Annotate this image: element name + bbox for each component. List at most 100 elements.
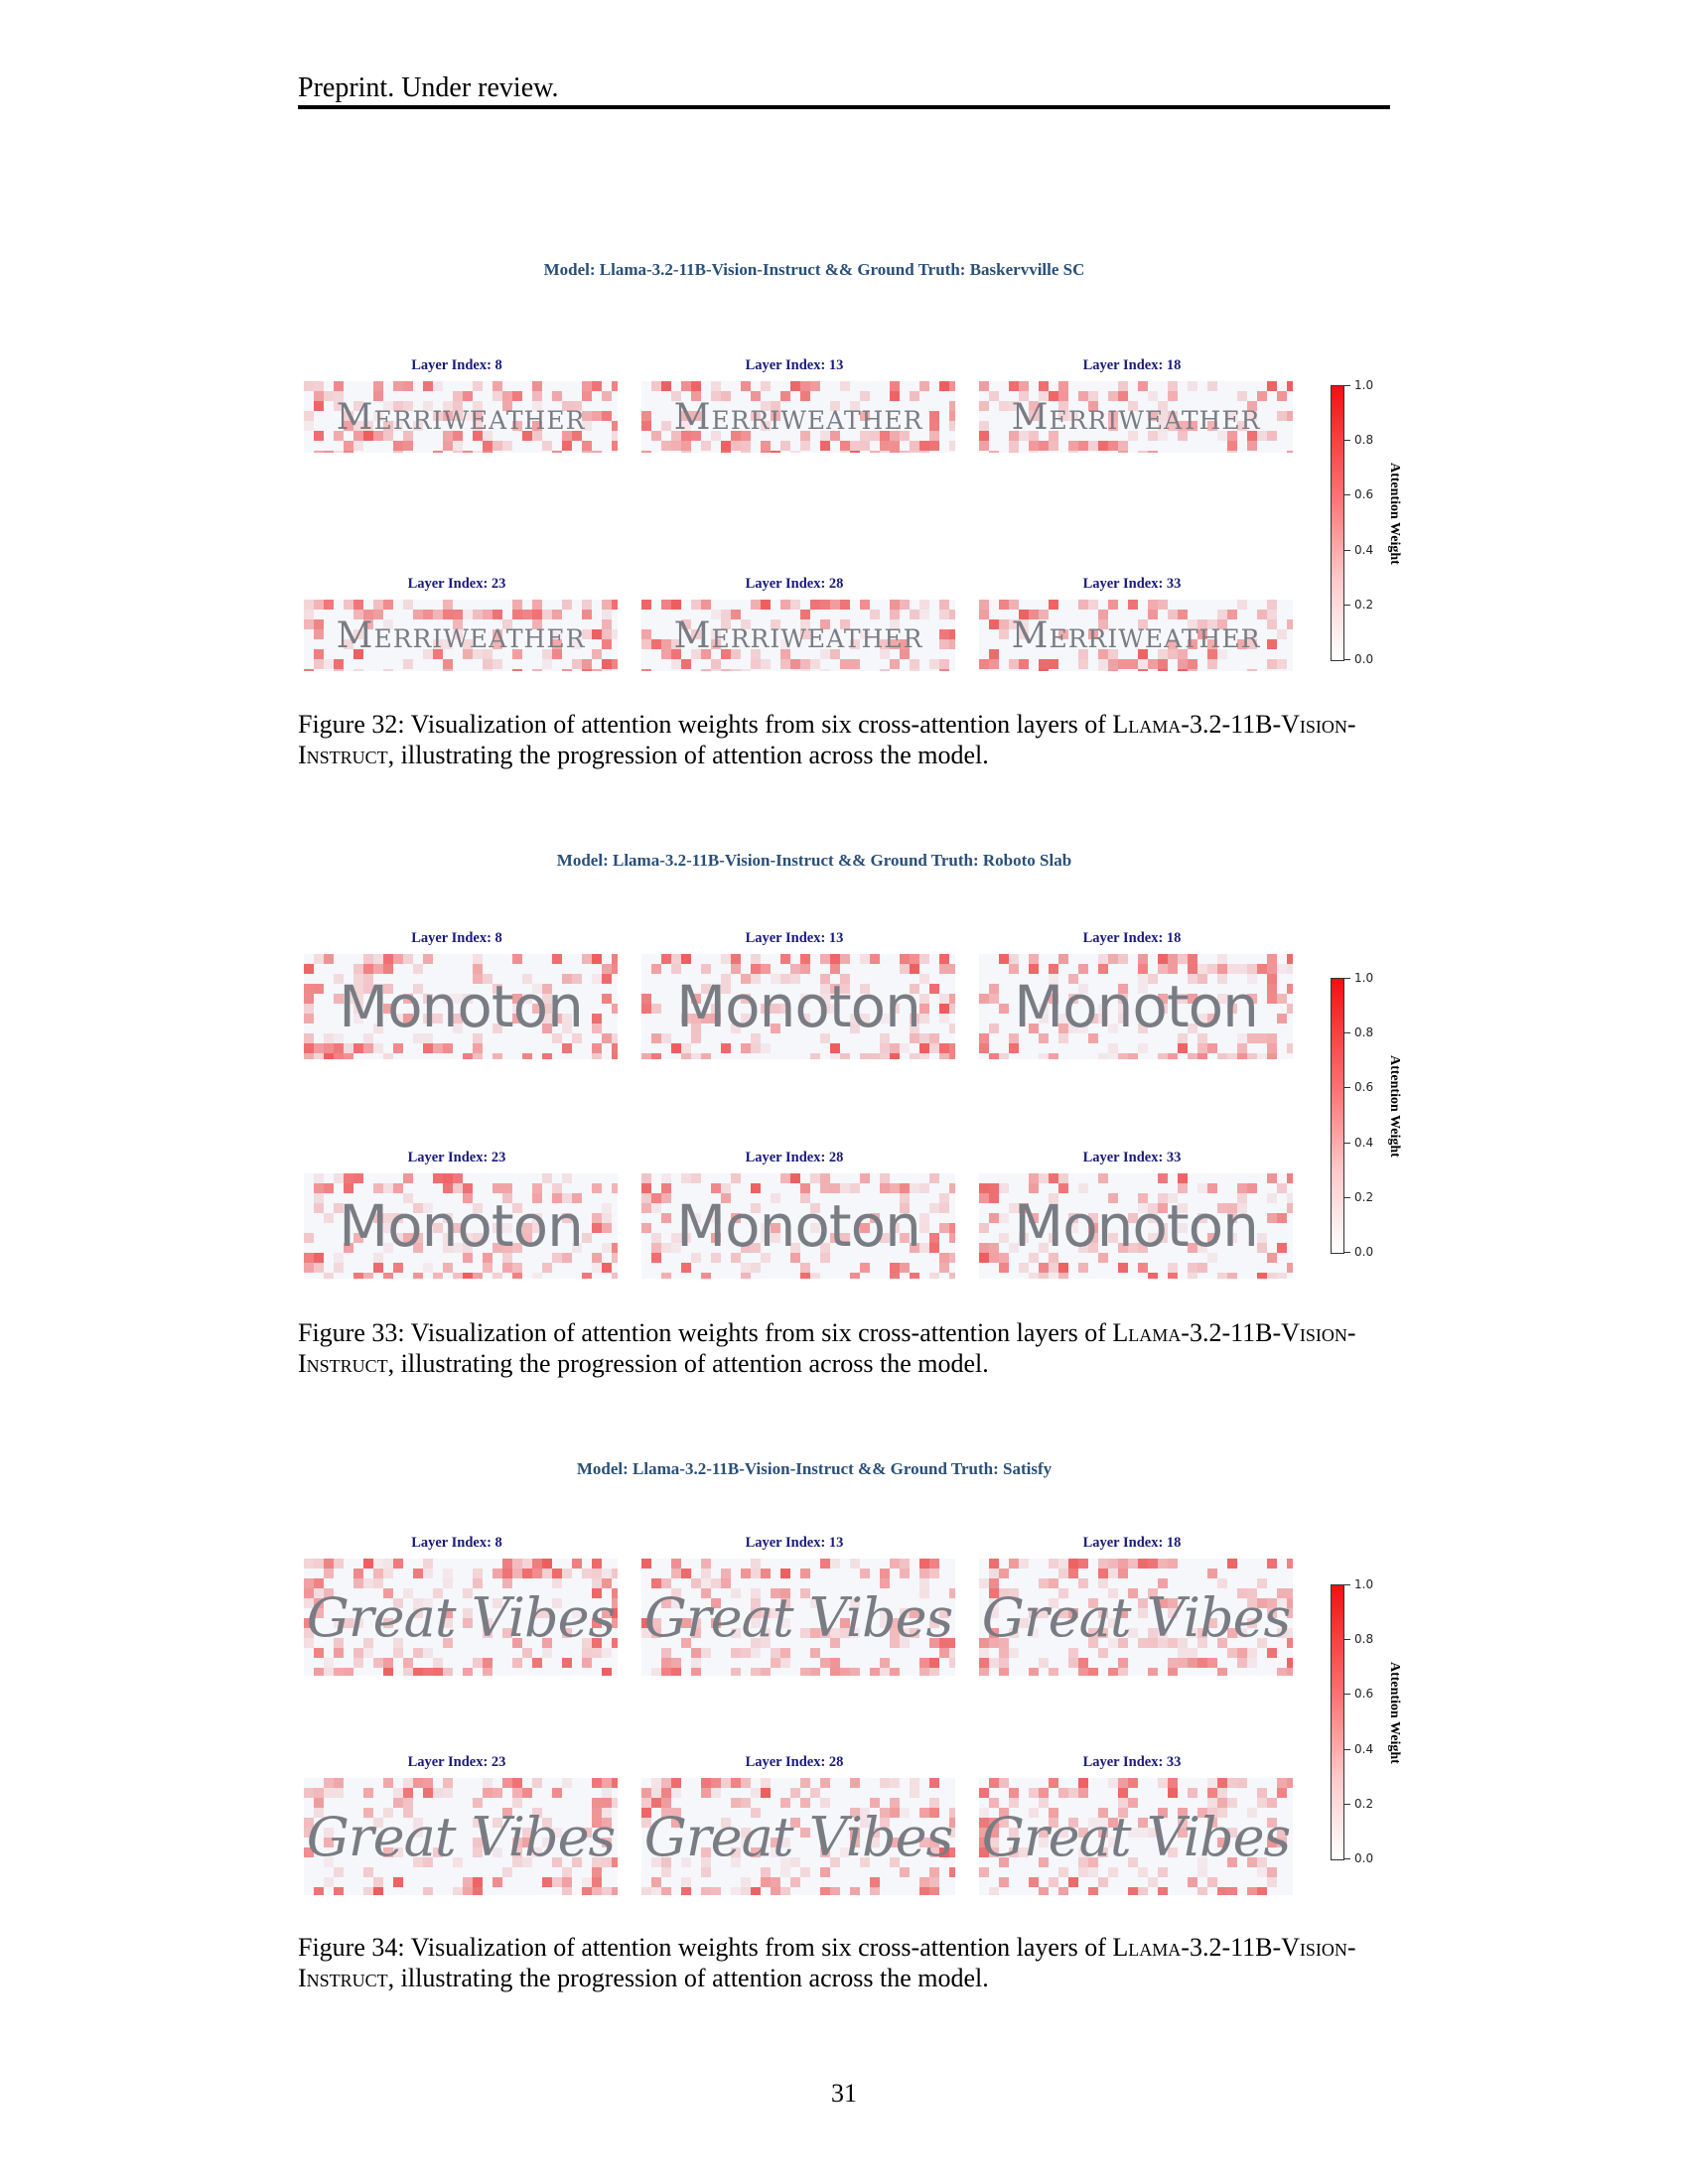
colorbar-gradient (1331, 978, 1344, 1254)
attention-heatmap: Merriweather (304, 600, 618, 671)
attention-heatmap: Great Vibes (979, 1559, 1293, 1676)
colorbar-tick (1344, 1858, 1350, 1859)
colorbar-tick-label: 0.4 (1354, 543, 1374, 557)
figure-32: Model: Llama-3.2-11B-Vision-Instruct && … (298, 258, 1402, 675)
attention-heatmap: Great Vibes (304, 1778, 618, 1895)
caption-text: Figure 33: Visualization of attention we… (298, 1318, 1113, 1347)
rendered-word: Monoton (676, 973, 921, 1040)
panel-label: Layer Index: 23 (407, 1754, 506, 1770)
colorbar-tick-label: 1.0 (1354, 378, 1374, 392)
attention-heatmap: Monoton (641, 954, 955, 1059)
attention-heatmap: Monoton (304, 1173, 618, 1279)
panel-label: Layer Index: 8 (411, 930, 502, 946)
rendered-word: Great Vibes (643, 1805, 954, 1868)
rendered-word: Merriweather (1011, 614, 1261, 656)
attention-heatmap: Monoton (641, 1173, 955, 1279)
attention-heatmap: Great Vibes (641, 1559, 955, 1676)
rendered-word: Great Vibes (306, 1805, 617, 1868)
attention-heatmap: Merriweather (979, 600, 1293, 671)
rendered-word: Monoton (1014, 1192, 1259, 1260)
rendered-word: Merriweather (673, 396, 923, 438)
colorbar-tick (1344, 1749, 1350, 1750)
figure-34-caption: Figure 34: Visualization of attention we… (298, 1932, 1400, 1993)
figure-title: Model: Llama-3.2-11B-Vision-Instruct && … (556, 851, 1072, 870)
rendered-word: Merriweather (336, 614, 586, 656)
rendered-word: Monoton (1014, 973, 1259, 1040)
panel-label: Layer Index: 13 (745, 1535, 844, 1551)
rendered-word: Great Vibes (306, 1585, 617, 1649)
colorbar-tick-label: 0.0 (1354, 1245, 1374, 1259)
colorbar-tick (1344, 978, 1350, 979)
figure-32-caption: Figure 32: Visualization of attention we… (298, 709, 1400, 770)
colorbar-tick (1344, 659, 1350, 660)
colorbar-tick (1344, 1804, 1350, 1805)
colorbar-tick-label: 0.2 (1354, 1797, 1374, 1811)
rendered-word: Monoton (339, 973, 584, 1040)
colorbar-tick (1344, 1143, 1350, 1144)
panel-label: Layer Index: 13 (745, 357, 844, 373)
colorbar-tick-label: 0.6 (1354, 1687, 1374, 1701)
panel-label: Layer Index: 33 (1082, 576, 1182, 592)
running-header: Preprint. Under review. (298, 72, 559, 103)
attention-heatmap: Monoton (979, 954, 1293, 1059)
colorbar-tick (1344, 494, 1350, 495)
caption-text: , illustrating the progression of attent… (387, 1964, 989, 1992)
header-rule (298, 105, 1390, 109)
attention-heatmap: Great Vibes (304, 1559, 618, 1676)
panel-label: Layer Index: 13 (745, 930, 844, 946)
colorbar-tick (1344, 1694, 1350, 1695)
colorbar-tick (1344, 385, 1350, 386)
panel-label: Layer Index: 28 (745, 1150, 844, 1165)
rendered-word: Great Vibes (981, 1805, 1292, 1868)
panel-label: Layer Index: 18 (1082, 1535, 1182, 1551)
colorbar-tick-label: 0.0 (1354, 652, 1374, 666)
rendered-word: Merriweather (673, 614, 923, 656)
colorbar-tick (1344, 1639, 1350, 1640)
colorbar-tick (1344, 440, 1350, 441)
colorbar-tick (1344, 1032, 1350, 1033)
figure-33-caption: Figure 33: Visualization of attention we… (298, 1317, 1400, 1379)
colorbar-tick (1344, 550, 1350, 551)
panel-label: Layer Index: 23 (407, 576, 506, 592)
colorbar-tick (1344, 1197, 1350, 1198)
panel-label: Layer Index: 33 (1082, 1754, 1182, 1770)
rendered-word: Great Vibes (643, 1585, 954, 1649)
panel-label: Layer Index: 28 (745, 1754, 844, 1770)
caption-text: , illustrating the progression of attent… (387, 741, 989, 769)
panel-label: Layer Index: 8 (411, 357, 502, 373)
colorbar-label: Attention Weight (1387, 1055, 1402, 1158)
colorbar-tick-label: 0.6 (1354, 487, 1374, 501)
colorbar-label: Attention Weight (1387, 463, 1402, 565)
colorbar-tick (1344, 1087, 1350, 1088)
panel-label: Layer Index: 28 (745, 576, 844, 592)
colorbar-tick-label: 0.2 (1354, 598, 1374, 612)
colorbar-tick (1344, 1252, 1350, 1253)
colorbar-tick-label: 1.0 (1354, 1577, 1374, 1591)
attention-heatmap: Merriweather (979, 381, 1293, 453)
caption-text: Figure 32: Visualization of attention we… (298, 710, 1113, 739)
colorbar-tick-label: 0.8 (1354, 433, 1374, 447)
panel-label: Layer Index: 23 (407, 1150, 506, 1165)
rendered-word: Monoton (339, 1192, 584, 1260)
attention-heatmap: Great Vibes (979, 1778, 1293, 1895)
rendered-word: Monoton (676, 1192, 921, 1260)
attention-heatmap: Merriweather (304, 381, 618, 453)
attention-heatmap: Merriweather (641, 381, 955, 453)
panel-label: Layer Index: 18 (1082, 357, 1182, 373)
colorbar-gradient (1331, 1584, 1344, 1860)
colorbar-tick-label: 0.4 (1354, 1136, 1374, 1150)
colorbar-tick (1344, 605, 1350, 606)
panel-label: Layer Index: 33 (1082, 1150, 1182, 1165)
caption-text: , illustrating the progression of attent… (387, 1349, 989, 1378)
colorbar-tick-label: 0.8 (1354, 1025, 1374, 1039)
colorbar-tick-label: 0.0 (1354, 1851, 1374, 1865)
page-number: 31 (831, 2079, 857, 2108)
colorbar-tick-label: 0.6 (1354, 1080, 1374, 1094)
colorbar-tick (1344, 1584, 1350, 1585)
colorbar-label: Attention Weight (1387, 1662, 1402, 1764)
colorbar-gradient (1331, 385, 1344, 661)
panel-label: Layer Index: 8 (411, 1535, 502, 1551)
attention-heatmap: Monoton (304, 954, 618, 1059)
figure-33: Model: Llama-3.2-11B-Vision-Instruct && … (298, 849, 1402, 1279)
colorbar-tick-label: 0.8 (1354, 1632, 1374, 1646)
